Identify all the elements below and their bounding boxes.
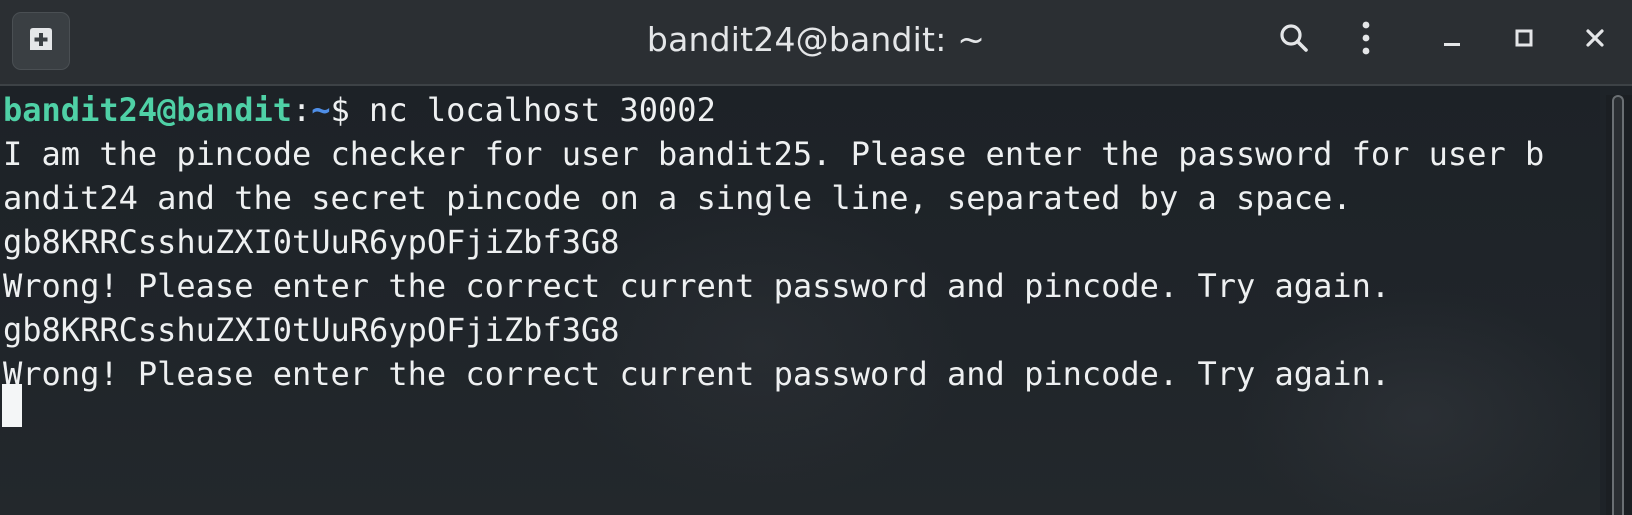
prompt-symbol: $ bbox=[330, 91, 370, 129]
output-line: Wrong! Please enter the correct current … bbox=[3, 267, 1391, 305]
prompt-directory: ~ bbox=[311, 91, 331, 129]
scrollbar[interactable] bbox=[1606, 95, 1632, 515]
minimize-button[interactable] bbox=[1428, 16, 1476, 64]
close-icon bbox=[1585, 28, 1605, 53]
maximize-icon bbox=[1514, 28, 1534, 53]
search-icon bbox=[1278, 22, 1310, 59]
prompt-line: bandit24@bandit:~$ nc localhost 30002 bbox=[3, 88, 716, 132]
terminal-output[interactable]: bandit24@bandit:~$ nc localhost 30002 I … bbox=[0, 86, 1600, 515]
prompt-user-host: bandit24@bandit bbox=[3, 91, 292, 129]
minimize-icon bbox=[1442, 28, 1462, 53]
command-text: nc localhost 30002 bbox=[369, 91, 716, 129]
close-button[interactable] bbox=[1571, 16, 1619, 64]
output-line: andit24 and the secret pincode on a sing… bbox=[3, 179, 1352, 217]
terminal-window: bandit24@bandit: ~ bandit24@bandit:~$ nc… bbox=[0, 0, 1632, 515]
output-line: Wrong! Please enter the correct current … bbox=[3, 355, 1391, 393]
output-line: gb8KRRCsshuZXI0tUuR6ypOFjiZbf3G8 bbox=[3, 311, 620, 349]
output-line: gb8KRRCsshuZXI0tUuR6ypOFjiZbf3G8 bbox=[3, 223, 620, 261]
title-bar: bandit24@bandit: ~ bbox=[0, 0, 1632, 86]
kebab-menu-icon bbox=[1360, 21, 1372, 60]
menu-button[interactable] bbox=[1342, 16, 1390, 64]
scrollbar-thumb[interactable] bbox=[1612, 95, 1624, 515]
prompt-colon: : bbox=[291, 91, 312, 129]
text-cursor bbox=[2, 384, 22, 427]
output-line: I am the pincode checker for user bandit… bbox=[3, 135, 1545, 173]
search-button[interactable] bbox=[1270, 16, 1318, 64]
maximize-button[interactable] bbox=[1500, 16, 1548, 64]
